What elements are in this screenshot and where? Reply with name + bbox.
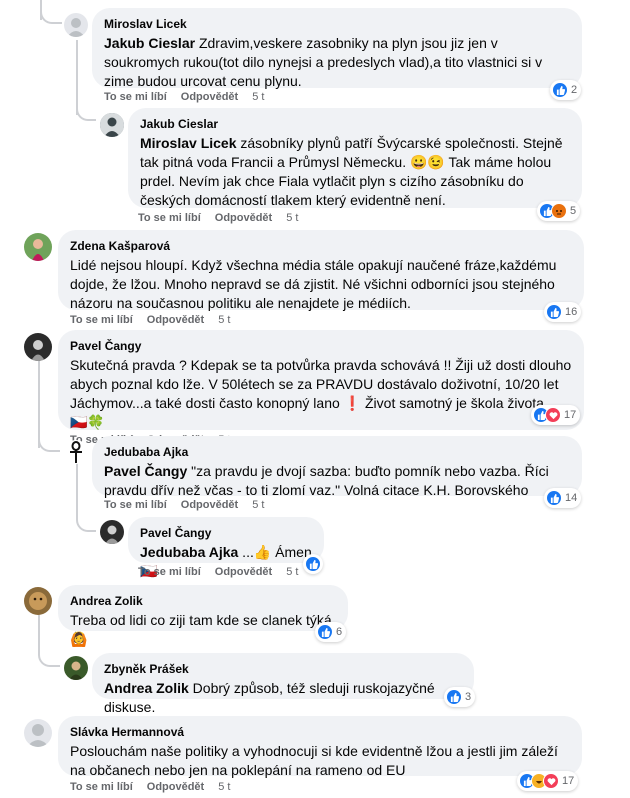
mention-tag[interactable]: Pavel Čangy [104, 463, 187, 479]
reply-link[interactable]: Odpovědět [147, 781, 204, 793]
like-icon [317, 624, 333, 640]
comment-text: Pavel Čangy "za pravdu je dvojí sazba: b… [104, 462, 570, 500]
timestamp[interactable]: 5 t [218, 314, 230, 326]
reaction-count: 6 [336, 626, 343, 638]
comment-bubble: Slávka Hermannová Poslouchám naše politi… [58, 716, 582, 778]
angry-icon [551, 203, 567, 219]
reactions-badge[interactable]: 14 [544, 488, 582, 508]
thread-line [76, 462, 78, 512]
timestamp[interactable]: 5 t [286, 212, 298, 224]
thread-connector [76, 510, 96, 532]
reply-link[interactable]: Odpovědět [215, 212, 272, 224]
like-link[interactable]: To se mi líbí [70, 781, 133, 793]
comment-bubble: Miroslav Licek Jakub Cieslar Zdravim,ves… [92, 8, 582, 91]
like-link[interactable]: To se mi líbí [104, 499, 167, 511]
comment-text: Skutečná pravda ? Kdepak se ta potvůrka … [70, 357, 572, 430]
comment-bubble: Jedubaba Ajka Pavel Čangy "za pravdu je … [92, 436, 582, 498]
like-icon [546, 490, 562, 506]
comment-actions: To se mi líbí Odpovědět 5 t [70, 314, 244, 326]
comment-author[interactable]: Pavel Čangy [70, 338, 572, 354]
comment-actions: To se mi líbí Odpovědět 5 t [104, 91, 278, 103]
reaction-count: 5 [570, 205, 577, 217]
avatar[interactable] [100, 113, 124, 137]
reply-link[interactable]: Odpovědět [147, 314, 204, 326]
comment-author[interactable]: Slávka Hermannová [70, 724, 570, 740]
avatar[interactable] [64, 440, 88, 464]
reaction-count: 17 [562, 775, 575, 787]
reaction-count: 16 [565, 306, 578, 318]
avatar[interactable] [24, 719, 52, 747]
comment-actions: To se mi líbí Odpovědět 5 t [138, 212, 312, 224]
timestamp[interactable]: 5 t [286, 566, 298, 578]
like-icon [552, 82, 568, 98]
timestamp[interactable]: 5 t [252, 91, 264, 103]
avatar[interactable] [24, 587, 52, 615]
comment-author[interactable]: Jakub Cieslar [140, 116, 570, 132]
like-link[interactable]: To se mi líbí [70, 314, 133, 326]
thread-connector [38, 645, 60, 667]
comment-text: Jakub Cieslar Zdravim,veskere zasobniky … [104, 34, 570, 91]
reactions-badge[interactable]: 5 [537, 201, 581, 221]
love-icon [543, 773, 559, 789]
comment-author[interactable]: Zdena Kašparová [70, 238, 572, 254]
timestamp[interactable]: 5 t [218, 781, 230, 793]
avatar[interactable] [100, 520, 124, 544]
like-link[interactable]: To se mi líbí [104, 91, 167, 103]
mention-tag[interactable]: Jakub Cieslar [104, 35, 195, 51]
reactions-badge[interactable]: 6 [315, 622, 347, 642]
reactions-badge[interactable]: 16 [544, 302, 582, 322]
reactions-badge[interactable] [303, 554, 323, 574]
comment-bubble: Pavel Čangy Skutečná pravda ? Kdepak se … [58, 330, 584, 430]
like-icon [446, 689, 462, 705]
avatar[interactable] [24, 233, 52, 261]
love-icon [545, 407, 561, 423]
reaction-count: 3 [465, 691, 472, 703]
like-icon [546, 304, 562, 320]
like-link[interactable]: To se mi líbí [138, 566, 201, 578]
reactions-badge[interactable]: 17 [531, 405, 581, 425]
avatar[interactable] [64, 656, 88, 680]
reply-link[interactable]: Odpovědět [181, 91, 238, 103]
mention-tag[interactable]: Miroslav Licek [140, 135, 237, 151]
avatar[interactable] [64, 13, 88, 37]
comment-actions: To se mi líbí Odpovědět 5 t [104, 499, 278, 511]
like-icon [305, 556, 321, 572]
like-link[interactable]: To se mi líbí [138, 212, 201, 224]
reaction-count: 2 [571, 84, 578, 96]
comment-text: Treba od lidi co ziji tam kde se clanek … [70, 612, 332, 647]
thread-connector [76, 95, 96, 121]
comment-text: Poslouchám naše politiky a vyhodnocuji s… [70, 743, 558, 778]
reactions-badge[interactable]: 17 [517, 771, 579, 791]
mention-tag[interactable]: Andrea Zolik [104, 680, 189, 696]
comment-actions: To se mi líbí Odpovědět 5 t [138, 566, 312, 578]
comment-actions: To se mi líbí Odpovědět 5 t [70, 781, 244, 793]
comment-bubble: Zdena Kašparová Lidé nejsou hloupí. Když… [58, 230, 584, 311]
comment-bubble: Pavel Čangy Jedubaba Ajka ...👍 Ámen 🇨🇿 [128, 517, 324, 579]
reactions-badge[interactable]: 2 [550, 80, 582, 100]
thread-connector [38, 430, 60, 452]
comment-author[interactable]: Pavel Čangy [140, 525, 312, 541]
thread-connector [40, 0, 62, 24]
reply-link[interactable]: Odpovědět [181, 499, 238, 511]
comment-bubble: Jakub Cieslar Miroslav Licek zásobníky p… [128, 108, 582, 208]
comment-author[interactable]: Miroslav Licek [104, 16, 570, 32]
comment-author[interactable]: Zbyněk Prášek [104, 661, 462, 677]
timestamp[interactable]: 5 t [252, 499, 264, 511]
reactions-badge[interactable]: 3 [444, 687, 476, 707]
mention-tag[interactable]: Jedubaba Ajka [140, 544, 238, 560]
reply-link[interactable]: Odpovědět [215, 566, 272, 578]
comment-author[interactable]: Jedubaba Ajka [104, 444, 570, 460]
avatar[interactable] [24, 333, 52, 361]
comment-text: Lidé nejsou hloupí. Když všechna média s… [70, 257, 557, 311]
comment-bubble: Zbyněk Prášek Andrea Zolik Dobrý způsob,… [92, 653, 474, 715]
comment-author[interactable]: Andrea Zolik [70, 593, 336, 609]
comment-text: Andrea Zolik Dobrý způsob, též sleduji r… [104, 679, 462, 717]
reaction-count: 17 [564, 409, 577, 421]
reaction-count: 14 [565, 492, 578, 504]
comment-bubble: Andrea Zolik Treba od lidi co ziji tam k… [58, 585, 348, 647]
comment-text: Miroslav Licek zásobníky plynů patří Švý… [140, 134, 570, 210]
